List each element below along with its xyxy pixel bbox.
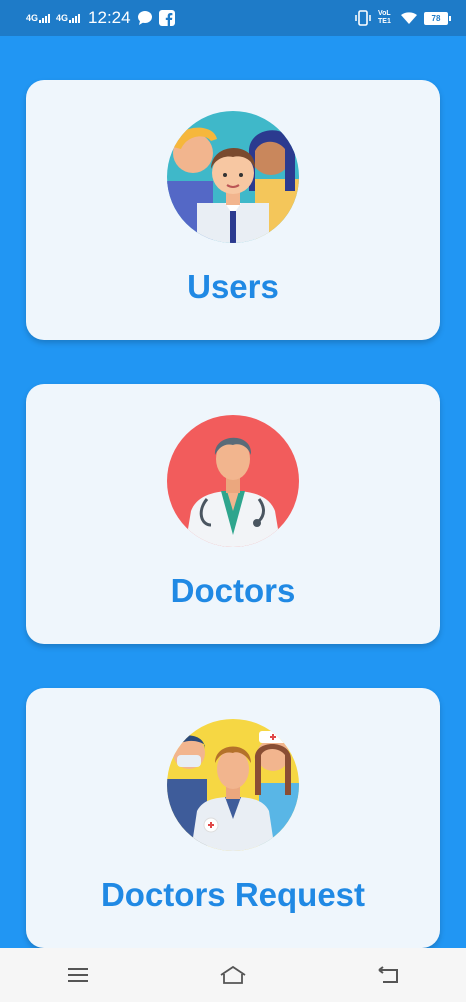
back-icon [378, 966, 399, 983]
clock: 12:24 [88, 8, 131, 27]
system-nav-bar [0, 948, 466, 1002]
signal-bars-icon [69, 13, 81, 23]
battery-icon: 78 [424, 11, 451, 25]
signal-indicator-1: 4G [26, 13, 51, 23]
users-label: Users [187, 268, 279, 305]
wifi-icon [401, 12, 417, 24]
signal-indicator-2: 4G [56, 13, 81, 23]
doctors-request-label: Doctors Request [100, 876, 366, 913]
doctors-request-card[interactable]: Doctors Request [26, 688, 440, 948]
doctor-icon [167, 415, 299, 547]
signal-bars-icon [39, 13, 51, 23]
medical-team-icon [167, 719, 299, 851]
volte-indicator: VoLTE1 [378, 10, 391, 25]
back-button[interactable] [368, 960, 408, 990]
facebook-icon [158, 10, 175, 26]
menu-icon [67, 968, 88, 982]
users-group-icon [167, 111, 299, 243]
vibrate-icon [355, 10, 371, 26]
menu-button[interactable] [58, 960, 98, 990]
home-icon [220, 965, 246, 984]
doctors-card[interactable]: Doctors [26, 384, 440, 644]
doctors-label: Doctors [170, 572, 296, 609]
chat-bubble-icon [137, 11, 152, 25]
home-button[interactable] [213, 960, 253, 990]
status-bar: 4G 4G 12:24 VoLTE1 78 [0, 0, 466, 36]
users-card[interactable]: Users [26, 80, 440, 340]
